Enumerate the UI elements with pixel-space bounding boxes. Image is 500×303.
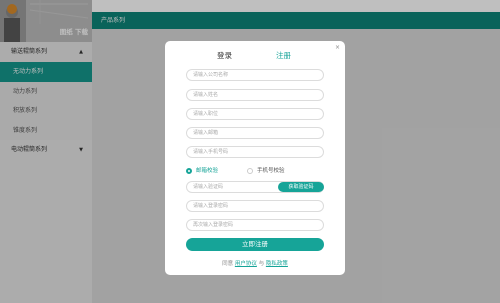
verify-email-label: 邮箱校验 — [196, 168, 219, 174]
company-name-input[interactable] — [186, 69, 324, 81]
tab-register[interactable]: 注册 — [276, 50, 291, 61]
close-icon[interactable]: × — [335, 44, 340, 51]
get-code-button[interactable]: 获取验证码 — [278, 182, 324, 192]
password-input[interactable] — [186, 200, 324, 212]
user-agreement-link[interactable]: 用户协议 — [235, 261, 257, 267]
tab-login[interactable]: 登录 — [217, 50, 232, 61]
phone-input[interactable] — [186, 146, 324, 158]
full-name-input[interactable] — [186, 89, 324, 101]
email-input[interactable] — [186, 127, 324, 139]
confirm-password-input[interactable] — [186, 219, 324, 231]
radio-unselected-icon — [247, 168, 253, 174]
agree-conjunction: 与 — [258, 261, 265, 267]
verify-phone-label: 手机号校验 — [257, 168, 285, 174]
register-button[interactable]: 立即注册 — [186, 238, 324, 251]
agreement-text: 同意 用户协议 与 隐私政策 — [165, 259, 345, 267]
radio-selected-icon — [186, 168, 192, 174]
privacy-policy-link[interactable]: 隐私政策 — [266, 261, 288, 267]
position-input[interactable] — [186, 108, 324, 120]
agree-prefix: 同意 — [222, 261, 234, 267]
register-modal: × 登录 注册 邮箱校验 手机号校验 获取验证码 立即注册 同意 用户协议 与 … — [165, 41, 345, 275]
